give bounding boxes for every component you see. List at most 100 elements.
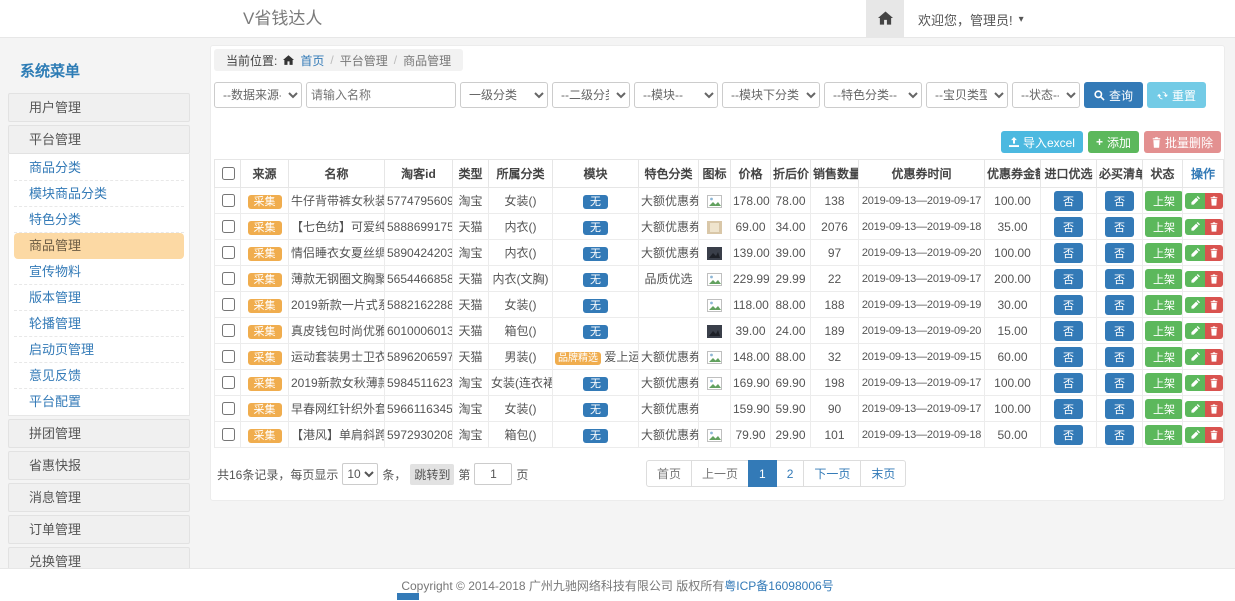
edit-button[interactable]: [1185, 349, 1205, 365]
per-page-select[interactable]: 10: [342, 463, 378, 485]
edit-button[interactable]: [1185, 271, 1205, 287]
item-type-filter[interactable]: --宝贝类型--: [926, 82, 1008, 108]
delete-button[interactable]: [1205, 401, 1223, 417]
import-select-toggle-button[interactable]: 否: [1054, 399, 1083, 419]
jump-page-input[interactable]: [474, 463, 512, 485]
import-select-toggle-button[interactable]: 否: [1054, 191, 1083, 211]
sidebar-item-feedback[interactable]: 意见反馈: [14, 363, 184, 389]
page-button-next[interactable]: 下一页: [803, 460, 861, 487]
feature-category-filter[interactable]: --特色分类--: [824, 82, 922, 108]
status-button[interactable]: 上架: [1145, 269, 1183, 289]
page-button-prev[interactable]: 上一页: [691, 460, 749, 487]
row-checkbox[interactable]: [222, 428, 235, 441]
delete-button[interactable]: [1205, 427, 1223, 443]
user-menu[interactable]: 欢迎您，管理员! ▾: [904, 0, 1038, 38]
row-checkbox[interactable]: [222, 350, 235, 363]
sidebar-item-platform-config[interactable]: 平台配置: [14, 389, 184, 414]
sidebar-item-product-management[interactable]: 商品管理: [14, 233, 184, 259]
row-checkbox[interactable]: [222, 324, 235, 337]
sidebar-item-splash-page-management[interactable]: 启动页管理: [14, 337, 184, 363]
edit-button[interactable]: [1185, 245, 1205, 261]
icp-link[interactable]: 粤ICP备16098006号: [724, 577, 833, 594]
status-button[interactable]: 上架: [1145, 217, 1183, 237]
sidebar-item-group-buy-management[interactable]: 拼团管理: [8, 419, 190, 448]
search-button[interactable]: 查询: [1084, 82, 1143, 108]
sidebar-item-platform-management[interactable]: 平台管理: [8, 125, 190, 154]
data-source-filter[interactable]: --数据来源--: [214, 82, 302, 108]
edit-button[interactable]: [1185, 219, 1205, 235]
status-button[interactable]: 上架: [1145, 243, 1183, 263]
breadcrumb-home-link[interactable]: 首页: [300, 52, 324, 69]
level2-category-filter[interactable]: --二级分类--: [552, 82, 630, 108]
module-filter[interactable]: --模块--: [634, 82, 718, 108]
must-buy-toggle-button[interactable]: 否: [1105, 347, 1134, 367]
delete-button[interactable]: [1205, 193, 1223, 209]
home-button[interactable]: [866, 0, 904, 38]
row-checkbox[interactable]: [222, 402, 235, 415]
sidebar-item-version-management[interactable]: 版本管理: [14, 285, 184, 311]
edit-button[interactable]: [1185, 401, 1205, 417]
sidebar-item-user-management[interactable]: 用户管理: [8, 93, 190, 122]
bulk-delete-button[interactable]: 批量删除: [1144, 131, 1221, 153]
must-buy-toggle-button[interactable]: 否: [1105, 269, 1134, 289]
delete-button[interactable]: [1205, 245, 1223, 261]
must-buy-toggle-button[interactable]: 否: [1105, 243, 1134, 263]
sidebar-item-carousel-management[interactable]: 轮播管理: [14, 311, 184, 337]
module-sub-category-filter[interactable]: --模块下分类--: [722, 82, 820, 108]
delete-button[interactable]: [1205, 375, 1223, 391]
import-excel-button[interactable]: 导入excel: [1001, 131, 1083, 153]
sidebar-item-message-management[interactable]: 消息管理: [8, 483, 190, 512]
page-button-first[interactable]: 首页: [646, 460, 692, 487]
level1-category-filter[interactable]: 一级分类: [460, 82, 548, 108]
must-buy-toggle-button[interactable]: 否: [1105, 399, 1134, 419]
must-buy-toggle-button[interactable]: 否: [1105, 191, 1134, 211]
must-buy-toggle-button[interactable]: 否: [1105, 295, 1134, 315]
delete-button[interactable]: [1205, 297, 1223, 313]
page-button-2[interactable]: 2: [776, 460, 805, 487]
row-checkbox[interactable]: [222, 220, 235, 233]
status-button[interactable]: 上架: [1145, 399, 1183, 419]
row-checkbox[interactable]: [222, 246, 235, 259]
import-select-toggle-button[interactable]: 否: [1054, 321, 1083, 341]
name-search-input[interactable]: [306, 82, 456, 108]
edit-button[interactable]: [1185, 297, 1205, 313]
sidebar-item-promo-materials[interactable]: 宣传物料: [14, 259, 184, 285]
import-select-toggle-button[interactable]: 否: [1054, 243, 1083, 263]
add-button[interactable]: + 添加: [1088, 131, 1139, 153]
sidebar-item-order-management[interactable]: 订单管理: [8, 515, 190, 544]
delete-button[interactable]: [1205, 323, 1223, 339]
row-checkbox[interactable]: [222, 376, 235, 389]
import-select-toggle-button[interactable]: 否: [1054, 373, 1083, 393]
edit-button[interactable]: [1185, 427, 1205, 443]
status-button[interactable]: 上架: [1145, 191, 1183, 211]
status-button[interactable]: 上架: [1145, 425, 1183, 445]
row-checkbox[interactable]: [222, 298, 235, 311]
delete-button[interactable]: [1205, 349, 1223, 365]
delete-button[interactable]: [1205, 219, 1223, 235]
row-checkbox[interactable]: [222, 272, 235, 285]
row-checkbox[interactable]: [222, 194, 235, 207]
must-buy-toggle-button[interactable]: 否: [1105, 321, 1134, 341]
status-button[interactable]: 上架: [1145, 295, 1183, 315]
must-buy-toggle-button[interactable]: 否: [1105, 217, 1134, 237]
edit-button[interactable]: [1185, 323, 1205, 339]
sidebar-item-exchange-management[interactable]: 兑换管理: [8, 547, 190, 568]
reset-button[interactable]: 重置: [1147, 82, 1206, 108]
import-select-toggle-button[interactable]: 否: [1054, 269, 1083, 289]
import-select-toggle-button[interactable]: 否: [1054, 347, 1083, 367]
delete-button[interactable]: [1205, 271, 1223, 287]
page-button-last[interactable]: 末页: [860, 460, 906, 487]
sidebar-item-product-category[interactable]: 商品分类: [14, 155, 184, 181]
status-filter[interactable]: --状态--: [1012, 82, 1080, 108]
status-button[interactable]: 上架: [1145, 373, 1183, 393]
import-select-toggle-button[interactable]: 否: [1054, 217, 1083, 237]
import-select-toggle-button[interactable]: 否: [1054, 425, 1083, 445]
must-buy-toggle-button[interactable]: 否: [1105, 425, 1134, 445]
sidebar-item-feature-category[interactable]: 特色分类: [14, 207, 184, 233]
must-buy-toggle-button[interactable]: 否: [1105, 373, 1134, 393]
status-button[interactable]: 上架: [1145, 321, 1183, 341]
status-button[interactable]: 上架: [1145, 347, 1183, 367]
sidebar-item-module-product-category[interactable]: 模块商品分类: [14, 181, 184, 207]
edit-button[interactable]: [1185, 193, 1205, 209]
import-select-toggle-button[interactable]: 否: [1054, 295, 1083, 315]
